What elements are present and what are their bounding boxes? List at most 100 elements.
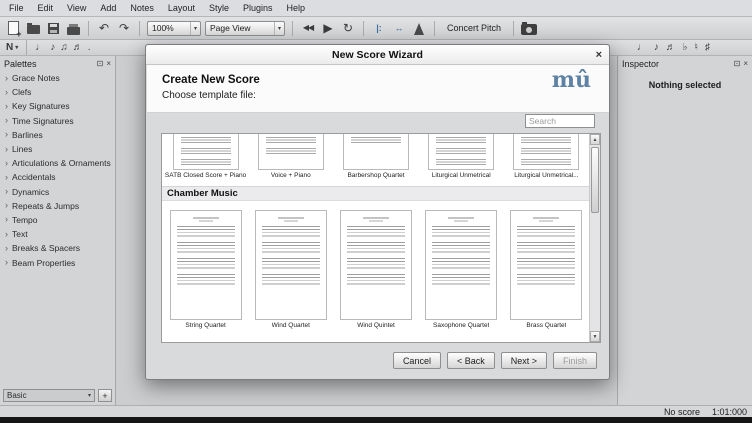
template-label: Voice + Piano xyxy=(271,172,311,179)
palettes-header: Palettes ⊡ × xyxy=(0,56,115,71)
cancel-button[interactable]: Cancel xyxy=(393,352,441,369)
concert-pitch-button[interactable]: Concert Pitch xyxy=(442,23,506,33)
palette-item-articulations[interactable]: ›Articulations & Ornaments xyxy=(0,156,115,170)
palette-item-text[interactable]: ›Text xyxy=(0,227,115,241)
chevron-down-icon: ▾ xyxy=(190,22,200,35)
scrollbar-thumb[interactable] xyxy=(591,147,599,213)
save-button[interactable] xyxy=(45,19,61,37)
metronome-button[interactable] xyxy=(411,19,427,37)
palette-item-clefs[interactable]: ›Clefs xyxy=(0,85,115,99)
menu-edit[interactable]: Edit xyxy=(31,0,61,16)
menu-style[interactable]: Style xyxy=(202,0,236,16)
template-thumbnail xyxy=(343,134,409,170)
template-card-wind-quintet[interactable]: Wind Quintet xyxy=(333,206,418,329)
palette-item-accidentals[interactable]: ›Accidentals xyxy=(0,170,115,184)
chevron-right-icon: › xyxy=(5,173,8,182)
toolbar-separator xyxy=(26,40,27,55)
template-card-liturgical[interactable]: Liturgical Unmetrical xyxy=(419,134,504,179)
float-panel-icon[interactable]: ⊡ xyxy=(734,59,741,68)
float-panel-icon[interactable]: ⊡ xyxy=(97,59,104,68)
finish-button[interactable]: Finish xyxy=(553,352,597,369)
palette-item-label: Lines xyxy=(12,144,32,154)
workspace-row: Basic ▾ + xyxy=(3,389,112,402)
loop-playback-button[interactable]: ↻ xyxy=(340,19,356,37)
new-score-button[interactable] xyxy=(5,19,21,37)
musescore-logo-icon: mû xyxy=(552,67,591,93)
menu-help[interactable]: Help xyxy=(280,0,313,16)
template-card-satb-piano[interactable]: SATB Closed Score + Piano xyxy=(163,134,248,179)
flat-button[interactable]: ♭ xyxy=(683,43,688,53)
chevron-right-icon: › xyxy=(5,201,8,210)
note-button[interactable]: ♪ xyxy=(654,43,659,53)
template-card-string-quartet[interactable]: String Quartet xyxy=(163,206,248,329)
palette-item-barlines[interactable]: ›Barlines xyxy=(0,128,115,142)
back-button[interactable]: < Back xyxy=(447,352,495,369)
template-label: Barbershop Quartet xyxy=(347,172,404,179)
view-mode-combobox[interactable]: Page View ▾ xyxy=(205,21,285,36)
undo-button[interactable]: ↶ xyxy=(96,19,112,37)
note-button[interactable]: ♬ xyxy=(666,43,676,53)
template-search-input[interactable] xyxy=(525,114,595,128)
note-input-button[interactable]: N ▾ xyxy=(6,42,18,53)
scroll-up-icon[interactable]: ▲ xyxy=(590,134,600,145)
open-file-button[interactable] xyxy=(25,19,41,37)
palette-item-label: Breaks & Spacers xyxy=(12,243,80,253)
vertical-scrollbar[interactable]: ▲ ▼ xyxy=(589,134,600,342)
eighth-note-button[interactable]: ♪ xyxy=(50,43,55,53)
toolbar-separator xyxy=(88,21,89,36)
menu-layout[interactable]: Layout xyxy=(161,0,202,16)
menu-plugins[interactable]: Plugins xyxy=(236,0,280,16)
image-capture-button[interactable] xyxy=(521,19,537,37)
scroll-down-icon[interactable]: ▼ xyxy=(590,331,600,342)
template-card-barbershop[interactable]: Barbershop Quartet xyxy=(333,134,418,179)
palette-item-repeats-jumps[interactable]: ›Repeats & Jumps xyxy=(0,199,115,213)
palette-item-lines[interactable]: › Lines xyxy=(0,142,115,156)
sixteenth-note-button[interactable]: ♫ xyxy=(60,43,68,53)
template-card-brass-quartet[interactable]: Brass Quartet xyxy=(504,206,589,329)
view-mode-value: Page View xyxy=(210,23,250,33)
palette-item-key-signatures[interactable]: ›Key Signatures xyxy=(0,99,115,113)
template-thumbnail xyxy=(425,210,497,320)
palette-item-beam-properties[interactable]: ›Beam Properties xyxy=(0,255,115,269)
palette-item-tempo[interactable]: ›Tempo xyxy=(0,213,115,227)
sharp-button[interactable]: ♯ xyxy=(705,43,710,53)
zoom-combobox[interactable]: 100% ▾ xyxy=(147,21,201,36)
add-workspace-button[interactable]: + xyxy=(98,389,112,402)
natural-button[interactable]: ♮ xyxy=(694,43,698,53)
pan-score-button[interactable]: ↔ xyxy=(391,19,407,37)
redo-button[interactable]: ↷ xyxy=(116,19,132,37)
chevron-right-icon: › xyxy=(5,145,8,154)
palette-item-breaks-spacers[interactable]: ›Breaks & Spacers xyxy=(0,241,115,255)
close-icon[interactable]: × xyxy=(596,45,602,64)
template-card-wind-quartet[interactable]: Wind Quartet xyxy=(248,206,333,329)
note-button[interactable]: ♩ xyxy=(637,43,647,53)
template-card-saxophone-quartet[interactable]: Saxophone Quartet xyxy=(419,206,504,329)
template-thumbnail xyxy=(428,134,494,170)
palette-item-time-signatures[interactable]: ›Time Signatures xyxy=(0,114,115,128)
palette-item-label: Grace Notes xyxy=(12,73,60,83)
toolbar-separator xyxy=(434,21,435,36)
dialog-titlebar[interactable]: New Score Wizard × xyxy=(146,45,609,65)
menu-file[interactable]: File xyxy=(2,0,31,16)
palette-item-dynamics[interactable]: ›Dynamics xyxy=(0,185,115,199)
close-panel-icon[interactable]: × xyxy=(106,59,111,68)
workspace-combobox[interactable]: Basic ▾ xyxy=(3,389,95,402)
play-repeats-button[interactable]: |: xyxy=(371,19,387,37)
menu-add[interactable]: Add xyxy=(93,0,123,16)
palette-item-grace-notes[interactable]: ›Grace Notes xyxy=(0,71,115,85)
menu-notes[interactable]: Notes xyxy=(123,0,161,16)
print-button[interactable] xyxy=(65,19,81,37)
template-card-voice-piano[interactable]: Voice + Piano xyxy=(248,134,333,179)
play-button[interactable]: ▶ xyxy=(320,19,336,37)
template-card-liturgical-long[interactable]: Liturgical Unmetrical... xyxy=(504,134,589,179)
chevron-right-icon: › xyxy=(5,258,8,267)
rewind-button[interactable]: ◀◀ xyxy=(300,19,316,37)
menu-view[interactable]: View xyxy=(60,0,93,16)
close-panel-icon[interactable]: × xyxy=(743,59,748,68)
thirtysecond-note-button[interactable]: ♬ xyxy=(73,43,83,53)
template-list-area: SATB Closed Score + Piano Voice + Piano … xyxy=(161,133,601,343)
next-button[interactable]: Next > xyxy=(501,352,547,369)
quarter-note-button[interactable]: ♩ xyxy=(35,43,45,53)
chevron-right-icon: › xyxy=(5,159,8,168)
augmentation-dot-button[interactable]: . xyxy=(88,43,91,53)
